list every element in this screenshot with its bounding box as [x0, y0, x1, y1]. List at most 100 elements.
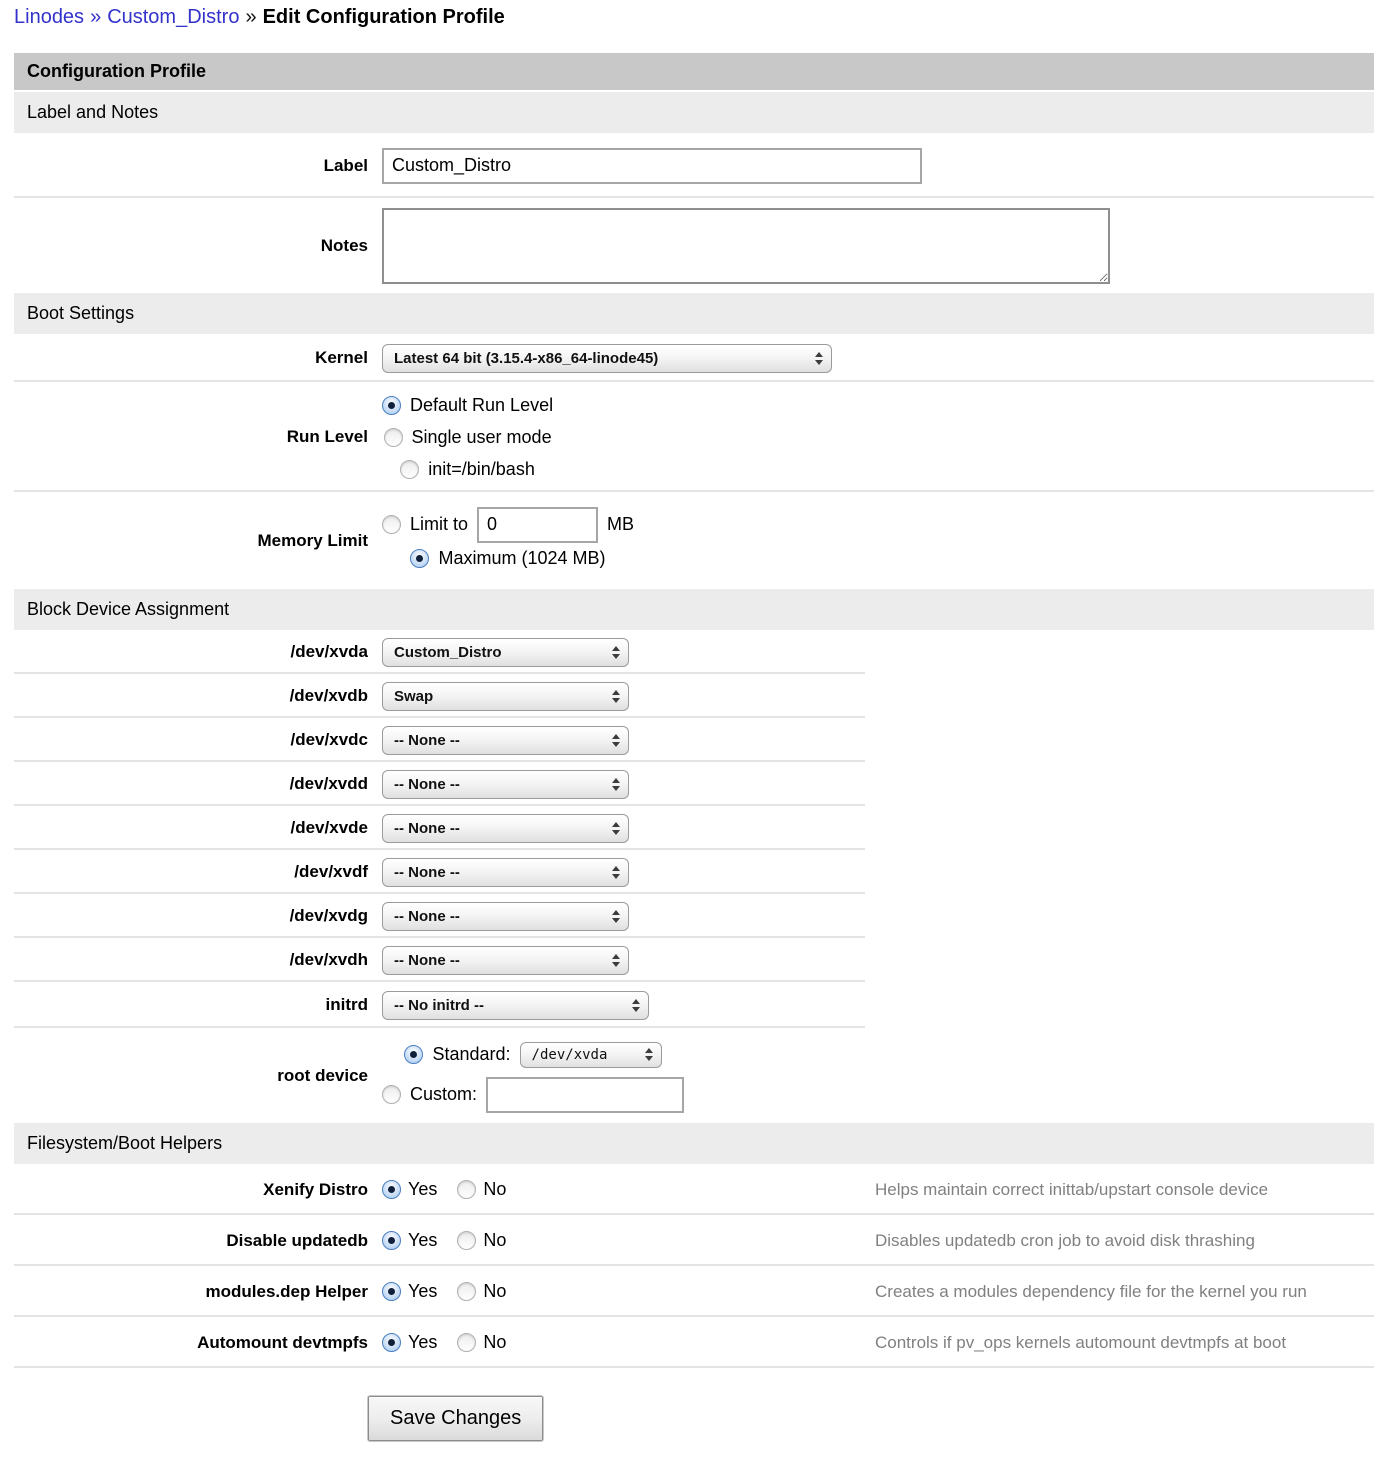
helper-row-modules-dep: modules.dep Helper Yes No Creates a modu…: [14, 1266, 1374, 1317]
label-field-label: Label: [14, 156, 368, 176]
select-stepper-icon: [612, 954, 620, 967]
section-block-device-assignment: Block Device Assignment: [14, 589, 1374, 630]
dev-xvdh-select-value: -- None --: [394, 952, 460, 969]
notes-field-label: Notes: [14, 236, 368, 256]
yes-label: Yes: [408, 1230, 437, 1251]
disable-updatedb-label: Disable updatedb: [14, 1231, 368, 1251]
kernel-label: Kernel: [14, 348, 368, 368]
root-device-custom-label: Custom:: [410, 1084, 477, 1105]
dev-xvde-select-value: -- None --: [394, 820, 460, 837]
run-level-single-user-label: Single user mode: [412, 427, 552, 448]
block-device-row-xvdd: /dev/xvdd -- None --: [14, 762, 1374, 806]
root-device-custom-input[interactable]: [486, 1077, 684, 1113]
kernel-select-value: Latest 64 bit (3.15.4-x86_64-linode45): [394, 350, 658, 367]
dev-xvde-label: /dev/xvde: [14, 818, 368, 838]
save-changes-button[interactable]: Save Changes: [368, 1396, 543, 1441]
memory-limit-row: Memory Limit Limit to MB Maximum (1024 M…: [14, 492, 1374, 589]
label-input[interactable]: [382, 148, 922, 184]
dev-xvdf-label: /dev/xvdf: [14, 862, 368, 882]
save-area: Save Changes: [368, 1396, 1388, 1461]
select-stepper-icon: [612, 778, 620, 791]
root-device-label: root device: [14, 1066, 368, 1086]
dev-xvda-select-value: Custom_Distro: [394, 644, 502, 661]
helper-row-disable-updatedb: Disable updatedb Yes No Disables updated…: [14, 1215, 1374, 1266]
dev-xvdb-select[interactable]: Swap: [382, 682, 629, 711]
automount-devtmpfs-no-radio[interactable]: [457, 1333, 476, 1352]
run-level-init-bash-radio[interactable]: [400, 460, 419, 479]
dev-xvda-select[interactable]: Custom_Distro: [382, 638, 629, 667]
block-device-row-xvde: /dev/xvde -- None --: [14, 806, 1374, 850]
memory-limit-label: Memory Limit: [14, 531, 368, 551]
helper-row-automount-devtmpfs: Automount devtmpfs Yes No Controls if pv…: [14, 1317, 1374, 1368]
xenify-distro-yes-radio[interactable]: [382, 1180, 401, 1199]
dev-xvdg-label: /dev/xvdg: [14, 906, 368, 926]
yes-label: Yes: [408, 1332, 437, 1353]
section-label-and-notes: Label and Notes: [14, 92, 1374, 133]
select-stepper-icon: [612, 646, 620, 659]
page-title: Edit Configuration Profile: [263, 6, 505, 28]
no-label: No: [483, 1179, 506, 1200]
modules-dep-no-radio[interactable]: [457, 1282, 476, 1301]
run-level-single-user-radio[interactable]: [384, 428, 403, 447]
run-level-row: Run Level Default Run Level Single user …: [14, 382, 1374, 492]
block-device-row-xvdh: /dev/xvdh -- None --: [14, 938, 1374, 982]
block-device-row-xvda: /dev/xvda Custom_Distro: [14, 630, 1374, 674]
notes-row: Notes: [14, 198, 1374, 293]
label-row: Label: [14, 133, 1374, 198]
automount-devtmpfs-comment: Controls if pv_ops kernels automount dev…: [875, 1333, 1374, 1353]
no-label: No: [483, 1281, 506, 1302]
xenify-distro-label: Xenify Distro: [14, 1180, 368, 1200]
dev-xvda-label: /dev/xvda: [14, 642, 368, 662]
select-stepper-icon: [815, 352, 823, 365]
memory-limit-unit-label: MB: [607, 514, 634, 535]
dev-xvdb-label: /dev/xvdb: [14, 686, 368, 706]
select-stepper-icon: [612, 910, 620, 923]
modules-dep-comment: Creates a modules dependency file for th…: [875, 1282, 1374, 1302]
breadcrumb-link-linodes[interactable]: Linodes: [14, 6, 84, 28]
modules-dep-label: modules.dep Helper: [14, 1282, 368, 1302]
initrd-row: initrd -- No initrd --: [14, 982, 1374, 1028]
memory-limit-input[interactable]: [477, 507, 598, 543]
kernel-select[interactable]: Latest 64 bit (3.15.4-x86_64-linode45): [382, 344, 832, 373]
select-stepper-icon: [612, 734, 620, 747]
section-filesystem-boot-helpers: Filesystem/Boot Helpers: [14, 1123, 1374, 1164]
modules-dep-yes-radio[interactable]: [382, 1282, 401, 1301]
select-stepper-icon: [645, 1048, 653, 1061]
memory-maximum-label: Maximum (1024 MB): [438, 548, 605, 569]
dev-xvdd-select[interactable]: -- None --: [382, 770, 629, 799]
dev-xvdd-label: /dev/xvdd: [14, 774, 368, 794]
run-level-init-bash-label: init=/bin/bash: [428, 459, 535, 480]
select-stepper-icon: [632, 999, 640, 1012]
run-level-default-radio[interactable]: [382, 396, 401, 415]
root-device-standard-select[interactable]: /dev/xvda: [520, 1042, 662, 1068]
disable-updatedb-no-radio[interactable]: [457, 1231, 476, 1250]
dev-xvdg-select[interactable]: -- None --: [382, 902, 629, 931]
root-device-standard-radio[interactable]: [404, 1045, 423, 1064]
dev-xvdc-select[interactable]: -- None --: [382, 726, 629, 755]
root-device-standard-select-value: /dev/xvda: [532, 1047, 608, 1063]
notes-textarea[interactable]: [382, 208, 1110, 284]
block-device-row-xvdg: /dev/xvdg -- None --: [14, 894, 1374, 938]
memory-limit-to-radio[interactable]: [382, 515, 401, 534]
table-header: Configuration Profile: [14, 53, 1374, 92]
dev-xvde-select[interactable]: -- None --: [382, 814, 629, 843]
dev-xvdg-select-value: -- None --: [394, 908, 460, 925]
xenify-distro-no-radio[interactable]: [457, 1180, 476, 1199]
initrd-select[interactable]: -- No initrd --: [382, 991, 649, 1020]
disable-updatedb-yes-radio[interactable]: [382, 1231, 401, 1250]
configuration-profile-table: Configuration Profile Label and Notes La…: [14, 53, 1374, 1368]
dev-xvdh-label: /dev/xvdh: [14, 950, 368, 970]
automount-devtmpfs-label: Automount devtmpfs: [14, 1333, 368, 1353]
block-device-row-xvdb: /dev/xvdb Swap: [14, 674, 1374, 718]
dev-xvdb-select-value: Swap: [394, 688, 433, 705]
root-device-custom-radio[interactable]: [382, 1085, 401, 1104]
dev-xvdc-label: /dev/xvdc: [14, 730, 368, 750]
dev-xvdc-select-value: -- None --: [394, 732, 460, 749]
dev-xvdh-select[interactable]: -- None --: [382, 946, 629, 975]
dev-xvdf-select[interactable]: -- None --: [382, 858, 629, 887]
automount-devtmpfs-yes-radio[interactable]: [382, 1333, 401, 1352]
memory-maximum-radio[interactable]: [410, 549, 429, 568]
section-boot-settings: Boot Settings: [14, 293, 1374, 334]
helper-row-xenify-distro: Xenify Distro Yes No Helps maintain corr…: [14, 1164, 1374, 1215]
breadcrumb-link-linode-label[interactable]: Custom_Distro: [107, 6, 239, 28]
